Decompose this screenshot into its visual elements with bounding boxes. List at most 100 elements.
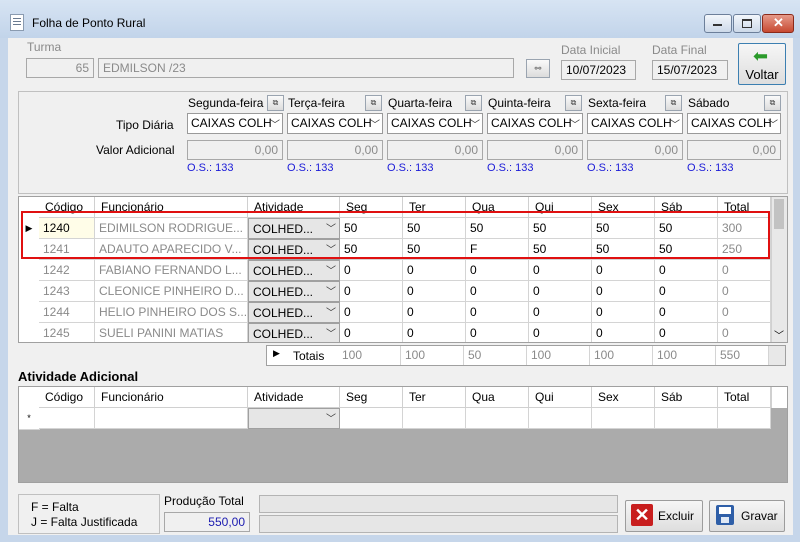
new-cell-qua[interactable]: [466, 408, 529, 429]
cell-sex[interactable]: 0: [592, 323, 655, 342]
valor-field-ter[interactable]: 0,00: [287, 140, 383, 160]
column-header-seg[interactable]: Seg: [340, 387, 403, 408]
row-selector[interactable]: [19, 323, 40, 342]
close-button[interactable]: ✕: [762, 14, 794, 33]
cell-atividade-combo[interactable]: COLHED... ﹀: [248, 281, 340, 302]
cell-funcionario[interactable]: FABIANO FERNANDO L...: [95, 260, 248, 281]
scrollbar-thumb[interactable]: [774, 199, 784, 229]
cell-sab[interactable]: 0: [655, 260, 718, 281]
cell-ter[interactable]: 0: [403, 260, 466, 281]
cell-atividade-combo[interactable]: COLHED... ﹀: [248, 260, 340, 281]
chevron-down-icon: ﹀: [326, 329, 336, 340]
valor-field-qua[interactable]: 0,00: [387, 140, 483, 160]
tipo-combo-sab[interactable]: CAIXAS COLH ﹀: [687, 113, 781, 134]
tipo-combo-ter[interactable]: CAIXAS COLH ﹀: [287, 113, 383, 134]
cell-codigo[interactable]: 1244: [39, 302, 95, 323]
row-selector[interactable]: [19, 302, 40, 324]
totals-expand-icon[interactable]: ▶: [273, 348, 280, 359]
gravar-button[interactable]: Gravar: [709, 500, 785, 532]
cell-codigo[interactable]: 1243: [39, 281, 95, 302]
new-cell-atividade-combo[interactable]: ﹀: [248, 408, 340, 429]
tipo-combo-qui[interactable]: CAIXAS COLH ﹀: [487, 113, 583, 134]
data-inicial-field[interactable]: 10/07/2023: [561, 60, 636, 80]
window-title: Folha de Ponto Rural: [32, 16, 146, 30]
cell-ter[interactable]: 0: [403, 302, 466, 323]
cell-qui[interactable]: 0: [529, 260, 592, 281]
cell-ter[interactable]: 0: [403, 281, 466, 302]
row-selector[interactable]: [19, 260, 40, 282]
copy-button-sex[interactable]: ⧉: [665, 95, 682, 111]
cell-seg[interactable]: 0: [340, 281, 403, 302]
copy-button-sab[interactable]: ⧉: [764, 95, 781, 111]
new-cell-seg[interactable]: [340, 408, 403, 429]
cell-sab[interactable]: 0: [655, 281, 718, 302]
valor-field-qui[interactable]: 0,00: [487, 140, 583, 160]
new-cell-sex[interactable]: [592, 408, 655, 429]
cell-qua[interactable]: 0: [466, 281, 529, 302]
data-final-field[interactable]: 15/07/2023: [652, 60, 728, 80]
new-row-marker[interactable]: *: [19, 408, 40, 430]
cell-qui[interactable]: 0: [529, 302, 592, 323]
cell-qua[interactable]: 0: [466, 302, 529, 323]
excluir-button[interactable]: ✕ Excluir: [625, 500, 703, 532]
cell-funcionario[interactable]: CLEONICE PINHEIRO D...: [95, 281, 248, 302]
cell-seg[interactable]: 0: [340, 302, 403, 323]
minimize-button[interactable]: [704, 14, 732, 33]
cell-sex[interactable]: 0: [592, 260, 655, 281]
cell-atividade-combo[interactable]: COLHED... ﹀: [248, 323, 340, 342]
back-arrow-icon: ⬅: [753, 46, 769, 66]
grid-vertical-scrollbar[interactable]: ﹀: [771, 197, 787, 342]
voltar-button[interactable]: ⬅ Voltar: [738, 43, 786, 85]
new-cell-qui[interactable]: [529, 408, 592, 429]
cell-sab[interactable]: 0: [655, 302, 718, 323]
cell-qui[interactable]: 0: [529, 281, 592, 302]
new-cell-funcionario[interactable]: [95, 408, 248, 429]
column-header-atividade[interactable]: Atividade: [248, 387, 340, 408]
cell-sab[interactable]: 0: [655, 323, 718, 342]
column-header-qui[interactable]: Qui: [529, 387, 592, 408]
turma-search-button[interactable]: ⚯: [526, 59, 550, 78]
copy-button-qua[interactable]: ⧉: [465, 95, 482, 111]
cell-funcionario[interactable]: SUELI PANINI MATIAS: [95, 323, 248, 342]
tipo-combo-seg[interactable]: CAIXAS COLH ﹀: [187, 113, 283, 134]
cell-seg[interactable]: 0: [340, 260, 403, 281]
new-cell-codigo[interactable]: [39, 408, 95, 429]
column-header-ter[interactable]: Ter: [403, 387, 466, 408]
tipo-combo-value: CAIXAS COLH: [191, 116, 272, 130]
cell-funcionario[interactable]: HELIO PINHEIRO DOS S...: [95, 302, 248, 323]
maximize-button[interactable]: [733, 14, 761, 33]
copy-icon: ⧉: [470, 98, 477, 107]
valor-field-sab[interactable]: 0,00: [687, 140, 781, 160]
cell-codigo[interactable]: 1242: [39, 260, 95, 281]
column-header-qua[interactable]: Qua: [466, 387, 529, 408]
cell-qui[interactable]: 0: [529, 323, 592, 342]
cell-sex[interactable]: 0: [592, 302, 655, 323]
new-cell-sab[interactable]: [655, 408, 718, 429]
valor-field-seg[interactable]: 0,00: [187, 140, 283, 160]
new-cell-ter[interactable]: [403, 408, 466, 429]
cell-seg[interactable]: 0: [340, 323, 403, 342]
row-selector[interactable]: [19, 281, 40, 303]
column-header-sab[interactable]: Sáb: [655, 387, 718, 408]
copy-button-qui[interactable]: ⧉: [565, 95, 582, 111]
valor-field-sex[interactable]: 0,00: [587, 140, 683, 160]
chevron-down-icon: ﹀: [270, 120, 280, 131]
tipo-combo-sex[interactable]: CAIXAS COLH ﹀: [587, 113, 683, 134]
tipo-combo-qua[interactable]: CAIXAS COLH ﹀: [387, 113, 483, 134]
cell-ter[interactable]: 0: [403, 323, 466, 342]
column-header-codigo[interactable]: Código: [39, 387, 95, 408]
copy-button-ter[interactable]: ⧉: [365, 95, 382, 111]
scroll-down-icon[interactable]: ﹀: [774, 327, 784, 342]
cell-atividade-combo[interactable]: COLHED... ﹀: [248, 302, 340, 323]
data-inicial-label: Data Inicial: [561, 43, 621, 57]
cell-qua[interactable]: 0: [466, 323, 529, 342]
copy-button-seg[interactable]: ⧉: [267, 95, 284, 111]
cell-qua[interactable]: 0: [466, 260, 529, 281]
atividade-adicional-grid[interactable]: Código Funcionário Atividade Seg Ter Qua…: [18, 386, 788, 483]
column-header-funcionario[interactable]: Funcionário: [95, 387, 248, 408]
new-cell-total[interactable]: [718, 408, 771, 429]
cell-sex[interactable]: 0: [592, 281, 655, 302]
column-header-sex[interactable]: Sex: [592, 387, 655, 408]
column-header-total[interactable]: Total: [718, 387, 771, 408]
cell-codigo[interactable]: 1245: [39, 323, 95, 342]
